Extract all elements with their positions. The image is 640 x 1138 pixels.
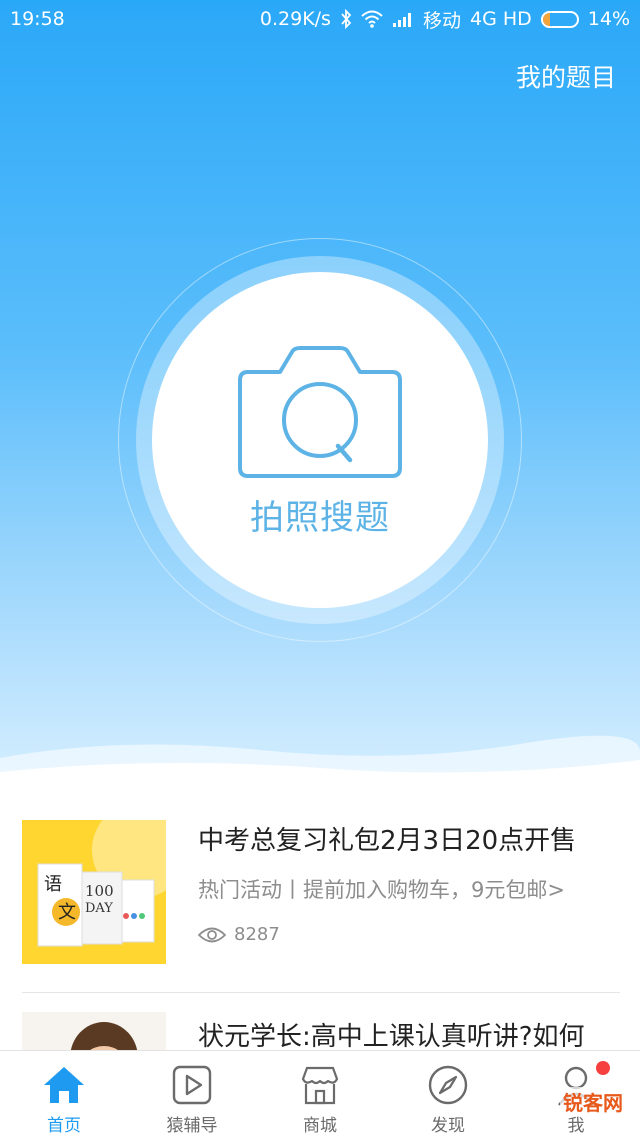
photo-search-button[interactable]: 拍照搜题: [152, 272, 488, 608]
network-speed: 0.29K/s: [259, 8, 331, 30]
book-text-wen: 文: [58, 902, 76, 923]
watermark-logo: 锐客网: [560, 1087, 626, 1116]
wave-decoration: [0, 735, 640, 790]
carrier-label: 移动: [422, 9, 461, 32]
book-text-100: 100: [85, 882, 114, 900]
home-icon: [44, 1067, 84, 1103]
tab-label: 商城: [303, 1116, 337, 1136]
compass-icon: [428, 1065, 468, 1105]
status-bar: 19:58 0.29K/s 移动 4G HD 14%: [0, 0, 640, 38]
view-count: 8287: [234, 924, 280, 945]
camera-search-icon: [238, 346, 402, 478]
photo-search-label: 拍照搜题: [250, 498, 390, 538]
battery-percent: 14%: [587, 8, 630, 30]
tab-label: 发现: [431, 1116, 465, 1136]
my-questions-link[interactable]: 我的题目: [516, 58, 616, 94]
network-type: 4G HD: [469, 8, 532, 30]
eye-icon: [198, 927, 226, 942]
notification-badge: [596, 1061, 610, 1075]
status-indicators: 0.29K/s 移动 4G HD 14%: [260, 6, 630, 33]
battery-icon: [540, 10, 579, 28]
book-text-day: DAY: [85, 901, 113, 916]
tab-label: 首页: [47, 1116, 81, 1136]
store-icon: [301, 1066, 339, 1105]
feed-thumbnail: 100 DAY 语 文: [22, 820, 166, 964]
bottom-tab-bar: 首页 猿辅导 商城 发现 我: [0, 1050, 640, 1138]
play-icon: [172, 1065, 212, 1105]
feed-divider: [22, 992, 620, 993]
wifi-icon: [361, 10, 383, 28]
feed-item-views: 8287: [198, 924, 280, 945]
tab-discover[interactable]: 发现: [384, 1051, 512, 1138]
book-text-yu: 语: [44, 874, 62, 895]
tab-store[interactable]: 商城: [256, 1051, 384, 1138]
feed-item-subtitle: 热门活动丨提前加入购物车，9元包邮>: [198, 878, 565, 902]
tab-tutoring[interactable]: 猿辅导: [128, 1051, 256, 1138]
feed-item-title: 中考总复习礼包2月3日20点开售: [198, 826, 577, 856]
feed-item[interactable]: 100 DAY 语 文 中考总复习礼包2月3日20点开售 热门活动丨提前加入购物…: [22, 820, 620, 966]
hero-section: 19:58 0.29K/s 移动 4G HD 14% 我的题目 拍照搜题: [0, 0, 640, 790]
tab-label: 猿辅导: [166, 1116, 218, 1136]
status-time: 19:58: [10, 8, 65, 30]
feed-item-title: 状元学长:高中上课认真听讲?如何: [198, 1022, 585, 1052]
signal-icon: [392, 13, 411, 27]
tab-home[interactable]: 首页: [0, 1051, 128, 1138]
book-covers-image: 100 DAY 语 文: [37, 820, 166, 947]
bluetooth-icon: [341, 9, 352, 29]
